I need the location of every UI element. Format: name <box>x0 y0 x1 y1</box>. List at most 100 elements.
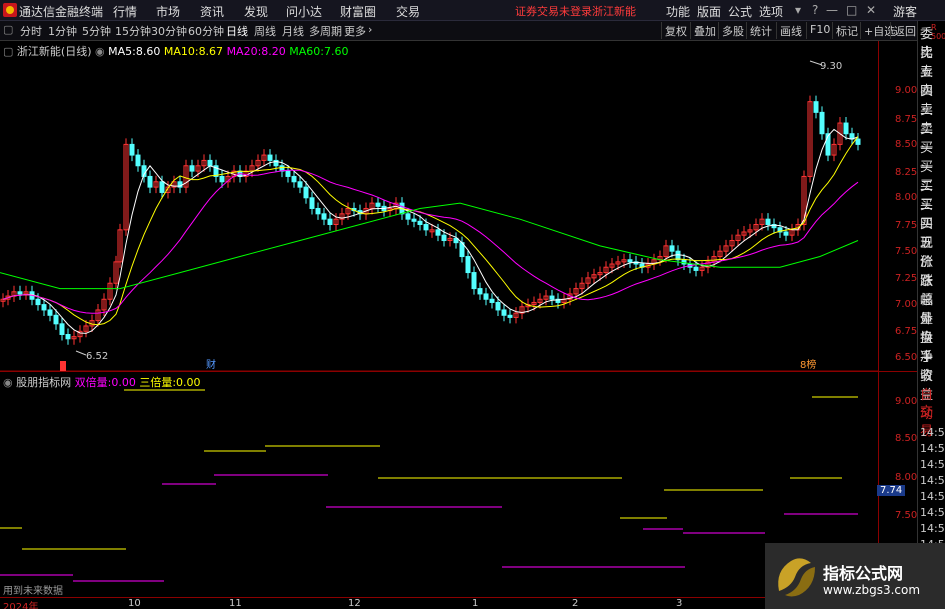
period-1min[interactable]: 1分钟 <box>48 23 77 39</box>
candle-body <box>417 220 423 226</box>
chevron-right-icon[interactable]: › <box>368 23 372 36</box>
candle-body <box>411 218 417 222</box>
candlestick-chart[interactable]: 9.30 6.52 财 8榜 <box>0 41 878 371</box>
candle-body <box>65 334 71 340</box>
candle-body <box>41 304 47 311</box>
period-more[interactable]: 更多 <box>344 23 366 39</box>
candle-body <box>489 298 495 303</box>
candle-body <box>477 288 483 295</box>
price-tick: 6.75 <box>895 326 918 337</box>
candle-body <box>693 266 699 271</box>
btn-multi[interactable]: 多股 <box>718 22 747 39</box>
menu-bar: 通达信金融终端 行情 市场 资讯 发现 问小达 财富圈 交易 证券交易未登录 浙… <box>0 0 945 21</box>
btn-overlay[interactable]: 叠加 <box>690 22 719 39</box>
candle-body <box>669 245 675 252</box>
menu-item-ask[interactable]: 问小达 <box>286 3 322 20</box>
candle-body <box>423 224 429 231</box>
period-fenshi[interactable]: 分时 <box>20 23 42 39</box>
candle-body <box>17 291 23 295</box>
minimize-icon[interactable]: — <box>826 3 838 17</box>
price-tick: 6.50 <box>895 352 918 363</box>
candle-body <box>483 293 489 300</box>
menu-item-trade[interactable]: 交易 <box>396 3 420 20</box>
candle-body <box>189 165 195 172</box>
s-marker <box>60 361 66 371</box>
candle-body <box>35 298 41 306</box>
finance-marker: 财 <box>206 358 216 371</box>
candle-body <box>627 259 633 263</box>
candle-body <box>783 231 789 236</box>
price-tick: 7.25 <box>895 273 918 284</box>
maximize-icon[interactable]: □ <box>846 3 857 17</box>
btn-mark[interactable]: 标记 <box>832 22 861 39</box>
menu-dropdown-icon[interactable]: ▾ <box>795 3 801 17</box>
indicator-tick: 8.50 <box>895 433 918 444</box>
price-tick: 7.50 <box>895 246 918 257</box>
help-icon[interactable]: ? <box>812 3 818 17</box>
candle-body <box>303 186 309 199</box>
candle-body <box>855 138 861 145</box>
price-tick: 9.00 <box>895 85 918 96</box>
indicator-tick: 9.00 <box>895 396 918 407</box>
indicator-tick: 7.50 <box>895 510 918 521</box>
login-status[interactable]: 证券交易未登录 <box>515 3 592 19</box>
candle-body <box>129 143 135 156</box>
period-daily[interactable]: 日线 <box>226 23 248 39</box>
watermark: 指标公式网 www.zbgs3.com <box>765 543 945 609</box>
candle-body <box>471 272 477 290</box>
candle-body <box>495 301 501 311</box>
xlabel-nov: 11 <box>229 598 242 609</box>
btn-draw[interactable]: 画线 <box>776 22 805 39</box>
candle-body <box>47 309 53 316</box>
btn-back[interactable]: 返回 <box>890 22 919 39</box>
candle-body <box>53 314 59 325</box>
xlabel-feb: 2 <box>572 598 579 609</box>
price-axis <box>878 41 917 609</box>
app-title: 通达信金融终端 <box>19 5 104 19</box>
menu-item-discover[interactable]: 发现 <box>244 3 268 20</box>
candle-body <box>321 213 327 220</box>
menu-options[interactable]: 选项 <box>759 3 783 20</box>
close-icon[interactable]: ✕ <box>866 3 876 17</box>
menu-item-market[interactable]: 行情 <box>113 3 137 20</box>
quote-panel: R 500 委比 卖五 卖四 卖三 卖二 卖一 买一 买二 买三 买四 买五 现价 涨跌 涨幅 总量 外盘 换手净… <box>917 21 945 609</box>
xlabel-jan: 1 <box>472 598 479 609</box>
period-5min[interactable]: 5分钟 <box>82 23 111 39</box>
btn-adjust[interactable]: 复权 <box>661 22 690 39</box>
x-axis: 2024年 10 11 12 1 2 3 <box>0 597 878 609</box>
current-value-tag: 7.74 <box>877 485 906 496</box>
period-weekly[interactable]: 周线 <box>254 23 276 39</box>
indicator-tick: 8.00 <box>895 472 918 483</box>
candle-body <box>297 181 303 188</box>
period-toolbar: ▢ 分时 1分钟 5分钟 15分钟 30分钟 60分钟 日线 周线 月线 多周期… <box>0 21 945 41</box>
menu-item-news[interactable]: 资讯 <box>200 3 224 20</box>
period-30min[interactable]: 30分钟 <box>151 23 187 39</box>
guest-user[interactable]: 游客 <box>893 3 917 20</box>
indicator-chart[interactable] <box>0 372 878 597</box>
menu-layout[interactable]: 版面 <box>697 3 721 20</box>
low-label: 6.52 <box>86 351 108 362</box>
menu-item-wealth[interactable]: 财富圈 <box>340 3 376 20</box>
candle-body <box>507 314 513 318</box>
menu-function[interactable]: 功能 <box>666 3 690 20</box>
candle-body <box>219 175 225 183</box>
xlabel-oct: 10 <box>128 598 141 609</box>
period-15min[interactable]: 15分钟 <box>115 23 151 39</box>
candle-body <box>59 323 65 336</box>
low-pointer <box>75 350 87 356</box>
candle-body <box>291 175 297 183</box>
btn-f10[interactable]: F10 <box>806 22 833 39</box>
menu-item-markets[interactable]: 市场 <box>156 3 180 20</box>
btn-stats[interactable]: 统计 <box>746 22 775 39</box>
candle-body <box>285 170 291 177</box>
period-monthly[interactable]: 月线 <box>282 23 304 39</box>
xlabel-mar: 3 <box>676 598 683 609</box>
price-tick: 7.00 <box>895 299 918 310</box>
toolbar-toggle-icon[interactable]: ▢ <box>3 23 13 36</box>
candle-body <box>675 250 681 261</box>
menu-formula[interactable]: 公式 <box>728 3 752 20</box>
candle-body <box>327 218 333 226</box>
period-60min[interactable]: 60分钟 <box>188 23 224 39</box>
period-multi[interactable]: 多周期 <box>309 23 342 39</box>
candle-body <box>309 197 315 209</box>
